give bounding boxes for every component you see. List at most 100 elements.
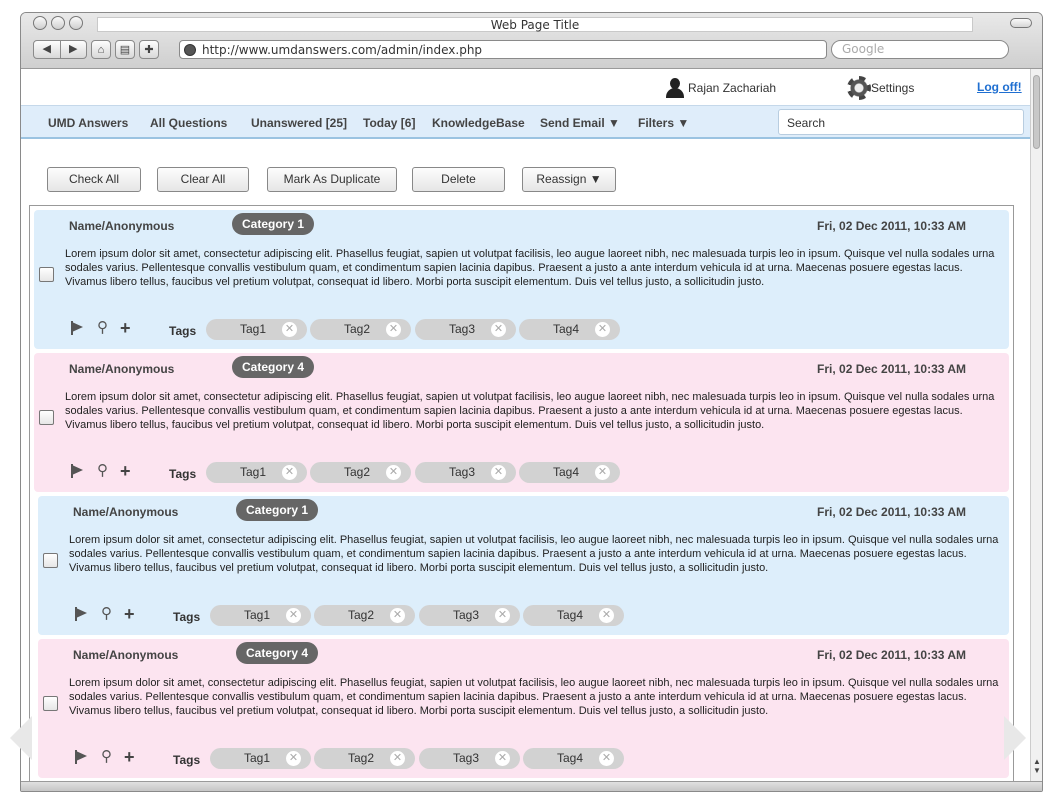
main-nav: UMD Answers All Questions Unanswered [25… [21, 105, 1031, 139]
mark-duplicate-button[interactable]: Mark As Duplicate [267, 167, 397, 192]
question-checkbox[interactable] [39, 410, 54, 425]
scroll-arrows-icon[interactable]: ▲ ▼ [1031, 757, 1042, 775]
remove-tag-icon[interactable]: ✕ [599, 751, 614, 766]
tag-chip[interactable]: Tag4 ✕ [523, 605, 624, 626]
remove-tag-icon[interactable]: ✕ [282, 465, 297, 480]
tag-label: Tag1 [240, 465, 267, 479]
tag-label: Tag4 [553, 465, 580, 479]
tag-chip[interactable]: Tag1 ✕ [206, 319, 307, 340]
tag-label: Tag2 [344, 465, 371, 479]
tag-chip[interactable]: Tag3 ✕ [419, 748, 520, 769]
back-arrow-icon[interactable]: ◀ [34, 41, 61, 58]
nav-item-today[interactable]: Today [6] [363, 116, 415, 130]
category-badge[interactable]: Category 4 [236, 642, 319, 664]
add-icon[interactable]: + [124, 748, 135, 766]
zoom-window-icon[interactable] [69, 16, 83, 30]
link-icon[interactable]: ⚲ [97, 463, 108, 479]
question-list: Name/Anonymous Category 1 Fri, 02 Dec 20… [29, 205, 1014, 783]
minimize-window-icon[interactable] [51, 16, 65, 30]
flag-icon[interactable] [73, 606, 89, 622]
remove-tag-icon[interactable]: ✕ [390, 608, 405, 623]
search-input[interactable]: Search [778, 109, 1024, 135]
close-window-icon[interactable] [33, 16, 47, 30]
tag-chip[interactable]: Tag3 ✕ [419, 605, 520, 626]
scrollbar-thumb[interactable] [1033, 75, 1040, 149]
category-badge[interactable]: Category 4 [232, 356, 315, 378]
tags-label: Tags [169, 324, 197, 338]
toolbar-toggle-button[interactable] [1010, 18, 1032, 28]
question-card: Name/Anonymous Category 1 Fri, 02 Dec 20… [34, 210, 1009, 349]
add-bookmark-icon[interactable]: ✚ [139, 40, 159, 59]
logoff-link[interactable]: Log off! [977, 80, 1022, 94]
print-icon[interactable]: ▤ [115, 40, 135, 59]
add-icon[interactable]: + [124, 605, 135, 623]
question-body: Lorem ipsum dolor sit amet, consectetur … [65, 391, 995, 431]
tag-chip[interactable]: Tag4 ✕ [523, 748, 624, 769]
category-badge[interactable]: Category 1 [232, 213, 315, 235]
clear-all-button[interactable]: Clear All [157, 167, 249, 192]
remove-tag-icon[interactable]: ✕ [595, 465, 610, 480]
next-page-arrow-icon[interactable] [1004, 716, 1026, 760]
nav-item-unanswered[interactable]: Unanswered [25] [251, 116, 347, 130]
remove-tag-icon[interactable]: ✕ [495, 751, 510, 766]
question-checkbox[interactable] [43, 696, 58, 711]
remove-tag-icon[interactable]: ✕ [491, 465, 506, 480]
browser-search-input[interactable]: Google [831, 40, 1009, 59]
remove-tag-icon[interactable]: ✕ [286, 751, 301, 766]
nav-item-filters[interactable]: Filters ▼ [638, 116, 689, 130]
tag-chip[interactable]: Tag2 ✕ [310, 462, 411, 483]
delete-button[interactable]: Delete [412, 167, 505, 192]
tag-chip[interactable]: Tag2 ✕ [314, 605, 415, 626]
link-icon[interactable]: ⚲ [97, 320, 108, 336]
settings-link[interactable]: Settings [847, 76, 914, 100]
nav-item-send-email[interactable]: Send Email ▼ [540, 116, 620, 130]
window-title: Web Page Title [97, 17, 973, 32]
remove-tag-icon[interactable]: ✕ [491, 322, 506, 337]
question-actions: ⚲ + [69, 462, 131, 480]
tag-chip[interactable]: Tag3 ✕ [415, 319, 516, 340]
nav-item-umd-answers[interactable]: UMD Answers [48, 116, 128, 130]
check-all-button[interactable]: Check All [47, 167, 141, 192]
remove-tag-icon[interactable]: ✕ [495, 608, 510, 623]
tag-chip[interactable]: Tag2 ✕ [310, 319, 411, 340]
address-bar[interactable]: http://www.umdanswers.com/admin/index.ph… [179, 40, 827, 59]
flag-icon[interactable] [73, 749, 89, 765]
link-icon[interactable]: ⚲ [101, 606, 112, 622]
user-info[interactable]: Rajan Zachariah [664, 77, 776, 99]
question-checkbox[interactable] [39, 267, 54, 282]
remove-tag-icon[interactable]: ✕ [286, 608, 301, 623]
previous-page-arrow-icon[interactable] [10, 716, 32, 760]
remove-tag-icon[interactable]: ✕ [386, 322, 401, 337]
question-checkbox[interactable] [43, 553, 58, 568]
tag-label: Tag3 [453, 751, 480, 765]
remove-tag-icon[interactable]: ✕ [595, 322, 610, 337]
tag-chip[interactable]: Tag4 ✕ [519, 462, 620, 483]
nav-item-all-questions[interactable]: All Questions [150, 116, 227, 130]
add-icon[interactable]: + [120, 462, 131, 480]
remove-tag-icon[interactable]: ✕ [386, 465, 401, 480]
remove-tag-icon[interactable]: ✕ [390, 751, 405, 766]
category-badge[interactable]: Category 1 [236, 499, 319, 521]
tag-chip[interactable]: Tag2 ✕ [314, 748, 415, 769]
flag-icon[interactable] [69, 463, 85, 479]
home-icon[interactable]: ⌂ [91, 40, 111, 59]
add-icon[interactable]: + [120, 319, 131, 337]
remove-tag-icon[interactable]: ✕ [599, 608, 614, 623]
vertical-scrollbar[interactable]: ▲ ▼ [1030, 69, 1042, 783]
tag-chip[interactable]: Tag4 ✕ [519, 319, 620, 340]
tag-chip[interactable]: Tag1 ✕ [206, 462, 307, 483]
remove-tag-icon[interactable]: ✕ [282, 322, 297, 337]
tag-chip[interactable]: Tag1 ✕ [210, 748, 311, 769]
nav-item-knowledgebase[interactable]: KnowledgeBase [432, 116, 525, 130]
tag-chip[interactable]: Tag1 ✕ [210, 605, 311, 626]
link-icon[interactable]: ⚲ [101, 749, 112, 765]
back-forward-group: ◀ ▶ [33, 40, 87, 59]
question-date: Fri, 02 Dec 2011, 10:33 AM [817, 505, 966, 519]
browser-titlebar: Web Page Title ◀ ▶ ⌂ ▤ ✚ http://www.umda… [21, 13, 1042, 69]
forward-arrow-icon[interactable]: ▶ [61, 41, 87, 58]
reassign-button[interactable]: Reassign ▼ [522, 167, 616, 192]
flag-icon[interactable] [69, 320, 85, 336]
tag-label: Tag3 [449, 322, 476, 336]
tag-label: Tag1 [240, 322, 267, 336]
tag-chip[interactable]: Tag3 ✕ [415, 462, 516, 483]
